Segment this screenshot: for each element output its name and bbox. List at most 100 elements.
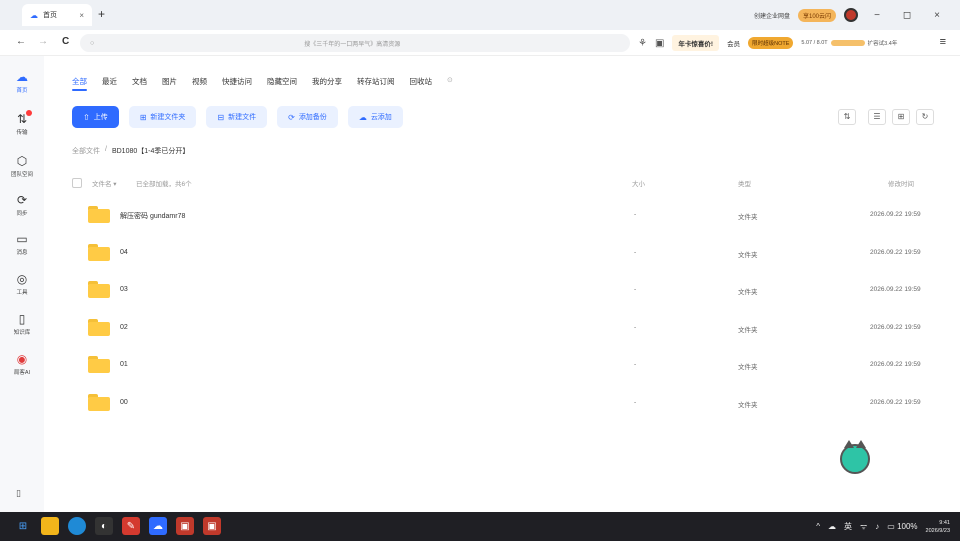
search-input[interactable]: ○ 搜《三千年的一口两早气》高清资源 <box>80 34 630 52</box>
volume-icon[interactable]: ♪ <box>875 522 879 531</box>
sidebar-item-home[interactable]: ☁ 首页 <box>0 70 44 94</box>
cloud-tray-icon[interactable]: ☁ <box>828 522 836 531</box>
file-name[interactable]: 00 <box>120 399 128 406</box>
ai-icon: ◉ <box>16 352 28 366</box>
sort-icon[interactable]: ⇅ <box>838 109 856 125</box>
titlebar-right: 创建企业网盘 享100云闪 − ◻ × <box>754 0 960 30</box>
tab-images[interactable]: 图片 <box>162 76 177 87</box>
sidebar-item-messages[interactable]: ▭ 消息 <box>0 232 44 256</box>
sidebar: ☁ 首页 ⇅ 传输 ⬡ 团队空间 ⟳ 同步 ▭ 消息 ◎ 工具 ▯ 知识库 ◉ … <box>0 56 44 512</box>
create-enterprise-link[interactable]: 创建企业网盘 <box>754 11 790 20</box>
library-icon: ▯ <box>18 312 26 326</box>
new-file-button[interactable]: ⊟ 新建文件 <box>206 106 268 128</box>
taskbar: ⊞ ◐ ✎ ☁ ▣ ▣ ^ ☁ 英 ᯤ ♪ ▭ 100% 9:41 2026/9… <box>0 512 960 541</box>
app-icon[interactable]: ▣ <box>176 517 194 535</box>
tab-title: 首页 <box>43 12 57 19</box>
assistant-mascot-icon[interactable] <box>840 440 870 474</box>
sidebar-item-sync[interactable]: ⟳ 同步 <box>0 193 44 217</box>
tab-recycle-bin[interactable]: 回收站 <box>410 76 433 87</box>
tab-hidden-space[interactable]: 隐藏空间 <box>267 76 297 87</box>
grid-view-icon[interactable]: ⊞ <box>892 109 910 125</box>
file-size: - <box>634 248 637 256</box>
add-backup-button[interactable]: ⟳ 添加备份 <box>277 106 338 128</box>
upload-label: 上传 <box>93 114 108 121</box>
minimize-button[interactable]: − <box>866 10 888 21</box>
chevron-up-icon[interactable]: ^ <box>816 522 820 531</box>
file-name[interactable]: 04 <box>120 249 128 256</box>
team-icon: ⬡ <box>16 154 28 168</box>
table-row[interactable]: 解压密码 gundamr78 - 文件夹 2026.09.22 19:59 <box>72 196 934 234</box>
calendar-icon[interactable]: ▣ <box>655 38 664 49</box>
forward-icon[interactable]: → <box>38 36 48 47</box>
sidebar-item-tools[interactable]: ◎ 工具 <box>0 272 44 296</box>
windows-start-icon[interactable]: ⊞ <box>14 517 32 535</box>
table-row[interactable]: 00 - 文件夹 2026.09.22 19:59 <box>72 384 934 422</box>
storage-bar <box>830 40 865 46</box>
edge-browser-icon[interactable] <box>68 517 86 535</box>
app-icon[interactable]: ▣ <box>203 517 221 535</box>
column-size[interactable]: 大小 <box>632 178 645 188</box>
column-type[interactable]: 类型 <box>738 178 751 188</box>
new-folder-button[interactable]: ⊞ 新建文件夹 <box>128 106 197 128</box>
battery-indicator[interactable]: ▭ 100% <box>887 522 917 531</box>
clock[interactable]: 9:41 2026/9/23 <box>926 519 950 535</box>
ime-indicator[interactable]: 英 <box>844 521 852 532</box>
back-icon[interactable]: ← <box>16 36 26 47</box>
help-icon[interactable]: ⊙ <box>447 76 453 87</box>
annual-promo-button[interactable]: 年卡惊喜价! <box>672 35 720 51</box>
tab-my-shares[interactable]: 我的分享 <box>312 76 342 87</box>
cloud-add-button[interactable]: ☁ 云添加 <box>347 106 403 128</box>
refresh-icon[interactable]: ↻ <box>916 109 934 125</box>
table-row[interactable]: 04 - 文件夹 2026.09.22 19:59 <box>72 234 934 272</box>
qq-icon[interactable]: ◐ <box>95 517 113 535</box>
menu-icon[interactable]: ≡ <box>940 36 946 48</box>
cloud-drive-app-icon[interactable]: ☁ <box>149 517 167 535</box>
column-date[interactable]: 修改时间 <box>888 178 914 188</box>
reload-icon[interactable]: C <box>62 36 69 47</box>
sidebar-item-ai[interactable]: ◉ 局客AI <box>0 352 44 376</box>
close-button[interactable]: × <box>926 10 948 21</box>
select-all-checkbox[interactable] <box>72 178 82 188</box>
tab-close-icon[interactable]: × <box>79 11 84 20</box>
browser-tab-home[interactable]: ☁ 首页 × <box>22 4 92 26</box>
sidebar-item-label: 团队空间 <box>10 172 33 178</box>
tab-videos[interactable]: 视频 <box>192 76 207 87</box>
sync-icon: ⟳ <box>16 193 28 207</box>
tab-all[interactable]: 全部 <box>72 76 87 91</box>
table-row[interactable]: 01 - 文件夹 2026.09.22 19:59 <box>72 346 934 384</box>
table-row[interactable]: 02 - 文件夹 2026.09.22 19:59 <box>72 309 934 347</box>
file-name[interactable]: 02 <box>120 324 128 331</box>
file-name[interactable]: 01 <box>120 361 128 368</box>
promo-badge[interactable]: 享100云闪 <box>797 8 836 22</box>
tab-docs[interactable]: 文档 <box>132 76 147 87</box>
collapse-icon[interactable]: ▯ <box>16 488 21 499</box>
gift-icon[interactable]: ⚘ <box>638 38 647 49</box>
tab-subscriptions[interactable]: 转存站订阅 <box>357 76 395 87</box>
storage-indicator[interactable]: 5.07 / 8.0T 扩容试3.4年 <box>801 39 897 47</box>
column-name[interactable]: 文件名 ▾ <box>92 178 117 188</box>
breadcrumb-root[interactable]: 全部文件 <box>72 146 100 156</box>
tab-recent[interactable]: 最近 <box>102 76 117 87</box>
file-name[interactable]: 解压密码 gundamr78 <box>120 211 185 221</box>
table-row[interactable]: 03 - 文件夹 2026.09.22 19:59 <box>72 271 934 309</box>
sidebar-item-team[interactable]: ⬡ 团队空间 <box>0 154 44 178</box>
upload-button[interactable]: ⇧ 上传 <box>72 106 119 128</box>
vip-label[interactable]: 会员 <box>727 38 740 48</box>
file-name[interactable]: 03 <box>120 286 128 293</box>
file-type: 文件夹 <box>738 289 758 296</box>
clock-date: 2026/9/23 <box>925 527 950 534</box>
sidebar-item-library[interactable]: ▯ 知识库 <box>0 312 44 336</box>
vip-badge[interactable]: 限时超级NOTE <box>748 37 794 49</box>
tab-quick-access[interactable]: 快捷访问 <box>222 76 252 87</box>
file-size: - <box>634 211 637 218</box>
file-explorer-icon[interactable] <box>41 517 59 535</box>
wifi-icon[interactable]: ᯤ <box>860 521 867 532</box>
app-icon[interactable]: ✎ <box>122 517 140 535</box>
table-header: 文件名 ▾ 已全部加载，共6个 大小 类型 修改时间 <box>72 176 934 190</box>
avatar[interactable] <box>844 8 858 22</box>
new-tab-button[interactable]: + <box>98 7 105 21</box>
list-view-icon[interactable]: ☰ <box>868 109 886 125</box>
sidebar-item-transfer[interactable]: ⇅ 传输 <box>0 110 44 136</box>
file-type: 文件夹 <box>738 401 758 409</box>
maximize-button[interactable]: ◻ <box>896 10 918 21</box>
